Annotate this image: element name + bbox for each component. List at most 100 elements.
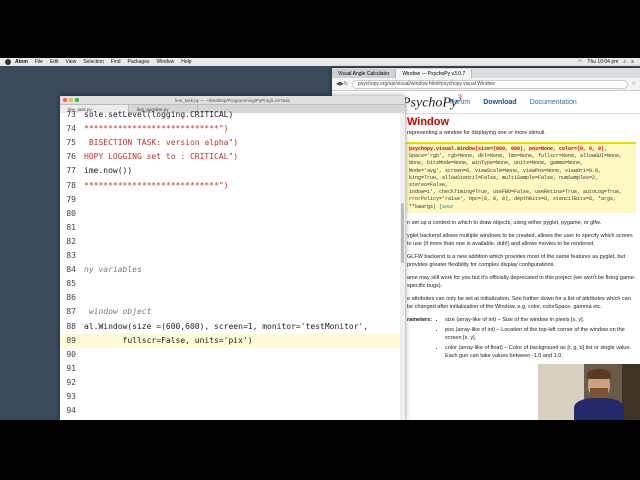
line-number: 90: [66, 349, 76, 359]
browser-tab-visual-angle[interactable]: Visual Angle Calculator: [332, 69, 397, 78]
code-area[interactable]: 1009998979695949392919089 fullscr=False,…: [60, 110, 405, 420]
code-line[interactable]: 76 HOPY LOGGING set to : CRITICAL"): [60, 150, 405, 164]
code-line[interactable]: 79: [60, 193, 405, 207]
line-number: 89: [66, 335, 76, 345]
code-text: ime.now()): [84, 166, 133, 176]
code-line[interactable]: 78 ****************************"): [60, 179, 405, 193]
code-line[interactable]: 90: [60, 348, 405, 362]
code-text: fullscr=False, units='pix'): [84, 335, 253, 345]
menu-find[interactable]: Find: [111, 59, 121, 65]
menu-packages[interactable]: Packages: [128, 59, 150, 65]
code-line[interactable]: 91: [60, 362, 405, 376]
param-item: color (array-like of float) – Color of b…: [445, 344, 636, 360]
url-field[interactable]: psychopy.org/api/visual/window.html#psyc…: [351, 79, 628, 89]
sig-line: Space='rgb', rgb=None, dkl=None, lms=Non…: [409, 153, 623, 160]
menu-atom[interactable]: Atom: [15, 59, 28, 65]
menu-window[interactable]: Window: [157, 59, 175, 65]
menu-bar: Atom File Edit View Selection Find Packa…: [0, 58, 640, 66]
doc-para: e attributes can only be set at initiali…: [407, 295, 631, 310]
line-number: 78: [66, 180, 76, 190]
line-number: 79: [66, 194, 76, 204]
code-line[interactable]: 93: [60, 390, 405, 404]
code-text: window object: [84, 307, 152, 317]
minimize-icon[interactable]: [69, 98, 73, 102]
apple-icon[interactable]: [5, 59, 11, 65]
line-number: 74: [66, 124, 76, 134]
menu-edit[interactable]: Edit: [50, 59, 59, 65]
sig-line: None, bitsMode=None, winType=None, units…: [409, 160, 584, 167]
line-number: 88: [66, 321, 76, 331]
code-text: BISECTION TASK: version alpha"): [84, 138, 239, 148]
param-item: size (array-like of int) – Size of the w…: [445, 316, 636, 324]
browser-tab-window-docs[interactable]: Window — PsychoPy v3.0.7: [396, 69, 473, 78]
code-line[interactable]: 82: [60, 235, 405, 249]
code-line[interactable]: 75 BISECTION TASK: version alpha"): [60, 136, 405, 150]
code-text: sole.setLevel(logging.CRITICAL): [84, 110, 234, 119]
address-bar-row: ◀ ▶ ↻ psychopy.org/api/visual/window.htm…: [332, 78, 640, 91]
sig-line: rrorPolicy='raise', bpc=(8, 8, 8), depth…: [409, 196, 617, 210]
code-line[interactable]: 81: [60, 221, 405, 235]
webcam-overlay: [538, 364, 640, 420]
code-line[interactable]: 80: [60, 207, 405, 221]
line-number: 76: [66, 152, 76, 162]
line-number: 87: [66, 307, 76, 317]
code-line[interactable]: 83: [60, 249, 405, 263]
doc-para: yglet backend allows multiple windows to…: [407, 232, 633, 247]
code-line[interactable]: 86: [60, 291, 405, 305]
params-heading: rameters:: [407, 316, 433, 323]
parameters-section: rameters: size (array-like of int) – Siz…: [407, 316, 636, 362]
search-icon[interactable]: ⌕: [623, 59, 626, 65]
sig-line: Mode='avg', screen=0, viewScale=None, vi…: [409, 167, 602, 174]
sig-line: psychopy.visual.Window(size=(800, 600), …: [409, 146, 608, 152]
code-line[interactable]: 77 ime.now()): [60, 164, 405, 178]
line-number: 85: [66, 279, 76, 289]
doc-para: ame may still work for you but it's offi…: [407, 274, 636, 289]
nav-forum[interactable]: Forum: [450, 99, 470, 106]
menu-help[interactable]: Help: [181, 59, 191, 65]
line-number: 75: [66, 138, 76, 148]
code-text: ny variables: [84, 265, 142, 275]
clock[interactable]: Thu 10:04 pm: [587, 59, 618, 65]
line-number: 93: [66, 392, 76, 401]
nav-download[interactable]: Download: [483, 99, 516, 106]
code-line[interactable]: 92: [60, 376, 405, 390]
line-number: 80: [66, 208, 76, 218]
line-number: 92: [66, 377, 76, 387]
line-number: 83: [66, 251, 76, 260]
code-line[interactable]: 74 ****************************"): [60, 122, 405, 136]
editor-window: line_task.py — ~/Desktop/Programming/PyP…: [60, 96, 405, 420]
menu-selection[interactable]: Selection: [83, 59, 104, 65]
code-text: al.Window(size =(600,600), screen=1, mon…: [84, 321, 369, 331]
nav-documentation[interactable]: Documentation: [530, 99, 577, 106]
editor-scrollbar[interactable]: [400, 113, 405, 420]
param-item: pos (array-like of int) – Location of th…: [445, 326, 636, 342]
source-link[interactable]: [sour: [439, 204, 454, 210]
line-number: 81: [66, 222, 76, 232]
star-icon[interactable]: ☆: [632, 81, 636, 87]
zoom-icon[interactable]: [75, 98, 79, 102]
code-line[interactable]: 84 ny variables: [60, 263, 405, 277]
code-line[interactable]: 88 al.Window(size =(600,600), screen=1, m…: [60, 320, 405, 334]
close-icon[interactable]: [63, 98, 67, 102]
menu-file[interactable]: File: [35, 59, 43, 65]
code-line[interactable]: 87 window object: [60, 305, 405, 319]
letterbox-bottom: [0, 420, 640, 480]
line-number: 77: [66, 166, 76, 176]
menu-list-icon[interactable]: ≡: [631, 59, 634, 65]
menu-view[interactable]: View: [65, 59, 76, 65]
doc-intro: representing a window for displaying one…: [407, 130, 546, 136]
code-text: ****************************"): [84, 124, 229, 134]
line-number: 91: [66, 363, 76, 373]
sig-line: indow=1', checkTiming=True, useFBO=False…: [409, 189, 623, 196]
desktop: Atom File Edit View Selection Find Packa…: [0, 58, 640, 420]
code-line[interactable]: 85: [60, 277, 405, 291]
reload-icon[interactable]: ↻: [344, 81, 348, 87]
wifi-icon[interactable]: ◠: [578, 59, 582, 65]
line-number: 86: [66, 293, 76, 303]
signature-box: psychopy.visual.Window(size=(800, 600), …: [406, 142, 636, 213]
code-line[interactable]: 94: [60, 404, 405, 418]
code-line[interactable]: 73 sole.setLevel(logging.CRITICAL): [60, 108, 405, 122]
line-number: 82: [66, 236, 76, 246]
doc-para: GLFW backend is a new addition which pro…: [407, 253, 625, 268]
code-line[interactable]: 89 fullscr=False, units='pix'): [60, 333, 405, 348]
